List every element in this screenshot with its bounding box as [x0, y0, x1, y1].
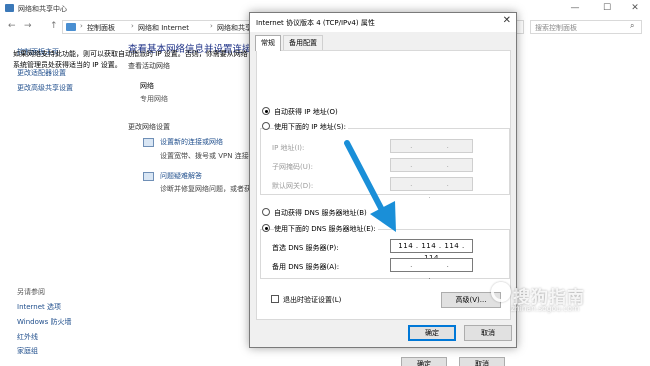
- breadcrumb-control-panel[interactable]: 控制面板: [87, 23, 115, 33]
- ip-auto-label[interactable]: 自动获得 IP 地址(O): [274, 107, 338, 117]
- new-connection-icon: [143, 138, 154, 147]
- network-type: 专用网络: [140, 95, 168, 103]
- see-also-infrared[interactable]: 红外线: [17, 332, 38, 342]
- ip-manual-label[interactable]: 使用下面的 IP 地址(S):: [274, 122, 348, 132]
- breadcrumb-network-internet[interactable]: 网络和 Internet: [138, 23, 189, 33]
- preferred-dns-field[interactable]: 114 . 114 . 114 . 114: [390, 239, 473, 262]
- control-panel-icon: [66, 23, 76, 31]
- window-title: 网络和共享中心: [18, 5, 67, 13]
- change-network-settings-label: 更改网络设置: [128, 123, 170, 131]
- default-gateway-field: . . .: [390, 177, 473, 200]
- tab-alternate-config[interactable]: 备用配置: [283, 35, 323, 50]
- dialog-title: Internet 协议版本 4 (TCP/IPv4) 属性: [256, 19, 375, 27]
- sidebar-link-advanced-sharing[interactable]: 更改高级共享设置: [17, 83, 73, 93]
- dns-auto-radio[interactable]: [262, 208, 270, 216]
- maximize-icon[interactable]: ☐: [592, 2, 622, 15]
- network-name: 网络: [140, 82, 154, 90]
- validate-on-exit-label[interactable]: 退出时验证设置(L): [283, 295, 341, 305]
- see-also-heading: 另请参阅: [17, 288, 45, 296]
- troubleshoot-link[interactable]: 问题疑难解答: [160, 171, 202, 181]
- search-placeholder: 搜索控制面板: [535, 24, 577, 32]
- ip-address-field: . . .: [390, 139, 473, 162]
- see-also-internet-options[interactable]: Internet 选项: [17, 302, 61, 312]
- default-gateway-label: 默认网关(D):: [272, 182, 314, 190]
- troubleshoot-desc: 诊断并修复网络问题，或者获: [160, 185, 251, 193]
- intro-text: 如果网络支持此功能，则可以获取自动指派的 IP 设置。否则，你需要从网络系统管理…: [13, 50, 248, 69]
- ip-manual-radio[interactable]: [262, 122, 270, 130]
- minimize-icon[interactable]: —: [560, 2, 590, 15]
- validate-on-exit-checkbox[interactable]: [271, 295, 279, 303]
- breadcrumb-separator: ›: [80, 22, 83, 30]
- dns-manual-radio[interactable]: [262, 224, 270, 232]
- dialog-titlebar: Internet 协议版本 4 (TCP/IPv4) 属性 ✕: [250, 13, 516, 32]
- ok-button[interactable]: 确定: [408, 325, 456, 341]
- cancel-button[interactable]: 取消: [464, 325, 512, 341]
- close-icon[interactable]: ✕: [503, 15, 511, 26]
- watermark-url: zhinan.sogou.com: [511, 304, 580, 313]
- dns-manual-label[interactable]: 使用下面的 DNS 服务器地址(E):: [274, 224, 378, 234]
- see-also-homegroup[interactable]: 家庭组: [17, 346, 38, 356]
- underlying-ok-button[interactable]: 确定: [401, 357, 447, 366]
- back-arrow-icon[interactable]: ←: [8, 21, 16, 31]
- breadcrumb-separator: ›: [131, 22, 134, 30]
- subnet-mask-label: 子网掩码(U):: [272, 163, 313, 171]
- ip-address-label: IP 地址(I):: [272, 144, 305, 152]
- underlying-cancel-button[interactable]: 取消: [459, 357, 505, 366]
- up-arrow-icon[interactable]: ↑: [50, 21, 58, 31]
- troubleshoot-icon: [143, 172, 154, 181]
- see-also-firewall[interactable]: Windows 防火墙: [17, 317, 71, 327]
- subnet-mask-field: . . .: [390, 158, 473, 181]
- forward-arrow-icon[interactable]: →: [24, 21, 32, 31]
- network-center-app-icon: [5, 4, 14, 12]
- alternate-dns-label: 备用 DNS 服务器(A):: [272, 263, 340, 271]
- close-icon[interactable]: ✕: [620, 2, 650, 15]
- setup-new-connection-link[interactable]: 设置新的连接或网络: [160, 137, 223, 147]
- alternate-dns-field[interactable]: . . .: [390, 258, 473, 281]
- preferred-dns-label: 首选 DNS 服务器(P):: [272, 244, 339, 252]
- dns-auto-label[interactable]: 自动获得 DNS 服务器地址(B): [274, 208, 367, 218]
- ip-auto-radio[interactable]: [262, 107, 270, 115]
- watermark-logo-icon: [491, 282, 511, 302]
- tab-general[interactable]: 常规: [255, 35, 281, 51]
- breadcrumb-separator: ›: [210, 22, 213, 30]
- search-icon[interactable]: ⌕: [630, 21, 634, 31]
